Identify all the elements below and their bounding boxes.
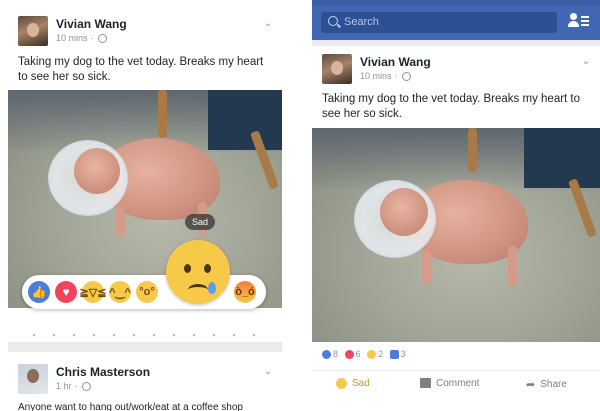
status-bar <box>312 0 600 6</box>
friend-icon-head <box>570 13 577 20</box>
action-bar-placeholder <box>24 334 266 336</box>
post-meta: 1 hr · <box>56 381 91 392</box>
yay-icon[interactable]: ^‿^ <box>109 281 131 303</box>
photo-dog-head <box>74 148 120 194</box>
wow-icon[interactable]: °o° <box>136 281 158 303</box>
post-time: 10 mins <box>56 33 88 43</box>
reaction-picker: 👍 ♥ ≧▽≦ ^‿^ °o° ò_ó <box>22 275 266 309</box>
author-name[interactable]: Vivian Wang <box>360 55 431 69</box>
friend-requests-icon[interactable] <box>568 12 590 30</box>
comment-label: Comment <box>436 378 480 389</box>
friend-icon-line <box>581 20 589 22</box>
photo-blue-chair <box>524 128 600 188</box>
post-time: 1 hr <box>56 381 72 391</box>
photo-dog-leg <box>422 250 431 284</box>
share-button[interactable]: ➦ Share <box>526 378 567 391</box>
right-phone-screen: Search Vivian Wang 10 mins · ⌄ Taking my… <box>312 0 600 411</box>
chevron-down-icon[interactable]: ⌄ <box>264 366 272 377</box>
globe-icon <box>97 34 107 44</box>
search-input[interactable]: Search <box>321 12 557 33</box>
sad-count-value: 2 <box>378 349 384 359</box>
haha-icon[interactable]: ≧▽≦ <box>80 281 106 303</box>
sad-reaction-button[interactable]: Sad <box>336 378 370 389</box>
friend-icon-line <box>581 16 589 18</box>
photo-dog-leg <box>508 246 517 286</box>
post-meta: 10 mins · <box>360 71 411 82</box>
post-action-bar: Sad Comment ➦ Share <box>312 370 600 399</box>
top-navigation-bar: Search <box>312 0 600 40</box>
sad-icon-eye <box>184 264 191 273</box>
sad-icon-tear <box>208 282 216 294</box>
author-name[interactable]: Chris Masterson <box>56 365 150 379</box>
share-label: Share <box>540 379 567 391</box>
comment-count: 3 <box>389 349 406 360</box>
next-post-text: Anyone want to hang out/work/eat at a co… <box>18 402 243 411</box>
reaction-tooltip: Sad <box>185 214 216 230</box>
avatar[interactable] <box>322 54 352 84</box>
like-count: 8 <box>322 349 339 360</box>
comment-icon <box>389 350 399 360</box>
post-text: Taking my dog to the vet today. Breaks m… <box>322 93 581 120</box>
photo-dog-head <box>380 188 428 236</box>
sad-label: Sad <box>352 378 370 390</box>
chevron-down-icon[interactable]: ⌄ <box>582 56 590 67</box>
post-photo[interactable] <box>312 128 600 342</box>
meta-separator: · <box>74 381 78 391</box>
globe-icon <box>401 72 411 82</box>
like-count-value: 8 <box>333 349 339 359</box>
friend-icon-body <box>568 21 579 27</box>
love-icon <box>344 350 354 360</box>
angry-icon[interactable]: ò_ó <box>234 281 256 303</box>
photo-blue-chair <box>208 90 282 150</box>
love-icon[interactable]: ♥ <box>55 281 77 303</box>
avatar[interactable] <box>18 364 48 394</box>
post-header: Chris Masterson 1 hr · ⌄ <box>18 364 272 396</box>
post-text: Taking my dog to the vet today. Breaks m… <box>18 56 264 83</box>
search-icon <box>328 16 338 26</box>
comment-icon <box>420 378 431 389</box>
sad-count: 2 <box>367 349 384 360</box>
avatar[interactable] <box>18 16 48 46</box>
globe-icon <box>81 382 91 392</box>
comment-count-value: 3 <box>400 349 406 359</box>
friend-icon-line <box>581 24 589 26</box>
sad-icon-mouth <box>188 284 208 296</box>
reaction-counts[interactable]: 8 6 2 3 <box>322 349 410 363</box>
post-meta: 10 mins · <box>56 33 107 44</box>
photo-chair-leg <box>468 128 477 172</box>
post-time: 10 mins <box>360 71 392 81</box>
author-name[interactable]: Vivian Wang <box>56 17 127 31</box>
meta-separator: · <box>394 71 398 81</box>
comment-button[interactable]: Comment <box>420 378 479 389</box>
like-icon <box>322 350 331 360</box>
sad-icon <box>367 350 377 360</box>
post-header: Vivian Wang 10 mins · ⌄ <box>18 16 272 48</box>
sad-icon-eye <box>204 264 211 273</box>
share-icon: ➦ <box>526 379 536 391</box>
like-icon[interactable]: 👍 <box>28 281 50 303</box>
love-count: 6 <box>344 349 361 360</box>
search-placeholder: Search <box>344 16 379 28</box>
sad-icon <box>336 378 347 389</box>
post-header: Vivian Wang 10 mins · ⌄ <box>322 54 590 86</box>
post-card: Vivian Wang 10 mins · ⌄ Taking my dog to… <box>8 0 282 342</box>
left-phone-screen: Vivian Wang 10 mins · ⌄ Taking my dog to… <box>8 0 282 411</box>
next-post-card: Chris Masterson 1 hr · ⌄ Anyone want to … <box>8 352 282 411</box>
love-count-value: 6 <box>355 349 361 359</box>
sad-icon[interactable] <box>166 240 230 304</box>
photo-dog-leg <box>116 206 125 236</box>
meta-separator: · <box>90 33 94 43</box>
chevron-down-icon[interactable]: ⌄ <box>264 18 272 29</box>
photo-chair-leg <box>158 90 167 138</box>
